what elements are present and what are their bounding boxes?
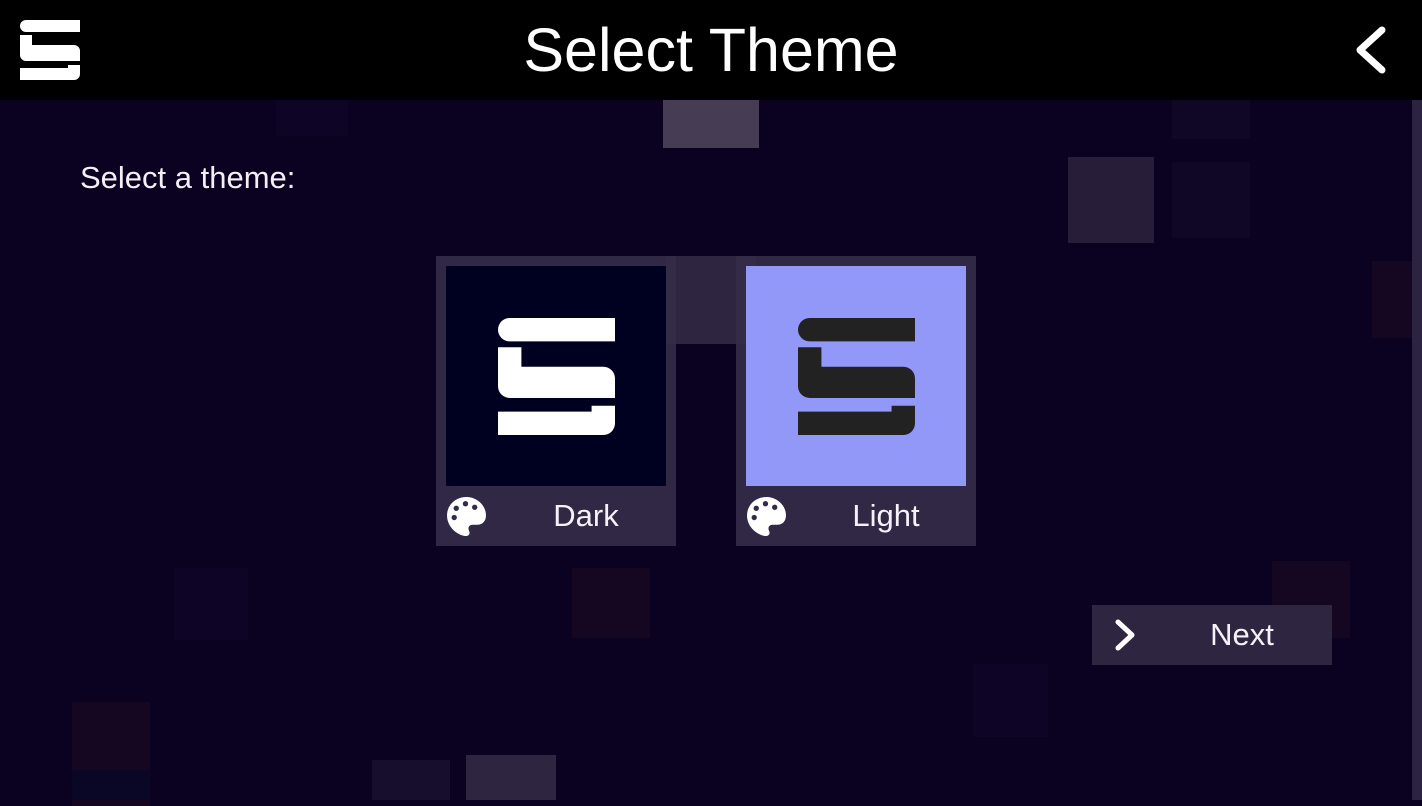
theme-card-light[interactable]: Light (736, 256, 976, 546)
header-bar: Select Theme (0, 0, 1422, 100)
background-square (72, 770, 150, 800)
background-square (372, 760, 450, 800)
background-square (1172, 100, 1250, 139)
theme-prompt: Select a theme: (80, 160, 296, 195)
scrollbar[interactable] (1412, 100, 1422, 800)
next-button-label: Next (1210, 617, 1274, 652)
chevron-left-icon (1356, 26, 1386, 74)
chevron-right-icon (1115, 619, 1135, 651)
palette-icon (447, 497, 486, 537)
app-logo-icon (498, 318, 615, 435)
background-square (1068, 157, 1154, 243)
page-title: Select Theme (523, 16, 899, 84)
app-logo-icon (798, 318, 915, 435)
theme-label: Dark (553, 498, 619, 533)
background-square (663, 100, 759, 148)
background-square (973, 664, 1048, 737)
palette-icon (747, 497, 786, 537)
theme-card-footer: Light (736, 486, 976, 546)
background-square (572, 568, 650, 638)
background-square (466, 755, 556, 800)
next-button[interactable]: Next (1092, 605, 1332, 665)
theme-card-dark[interactable]: Dark (436, 256, 676, 546)
background-square (174, 568, 248, 640)
background-square (1172, 162, 1250, 238)
theme-preview-dark (446, 266, 666, 486)
theme-preview-light (746, 266, 966, 486)
background-square (276, 100, 348, 136)
back-button[interactable] (1348, 24, 1394, 76)
theme-label: Light (852, 498, 920, 533)
theme-card-footer: Dark (436, 486, 676, 546)
